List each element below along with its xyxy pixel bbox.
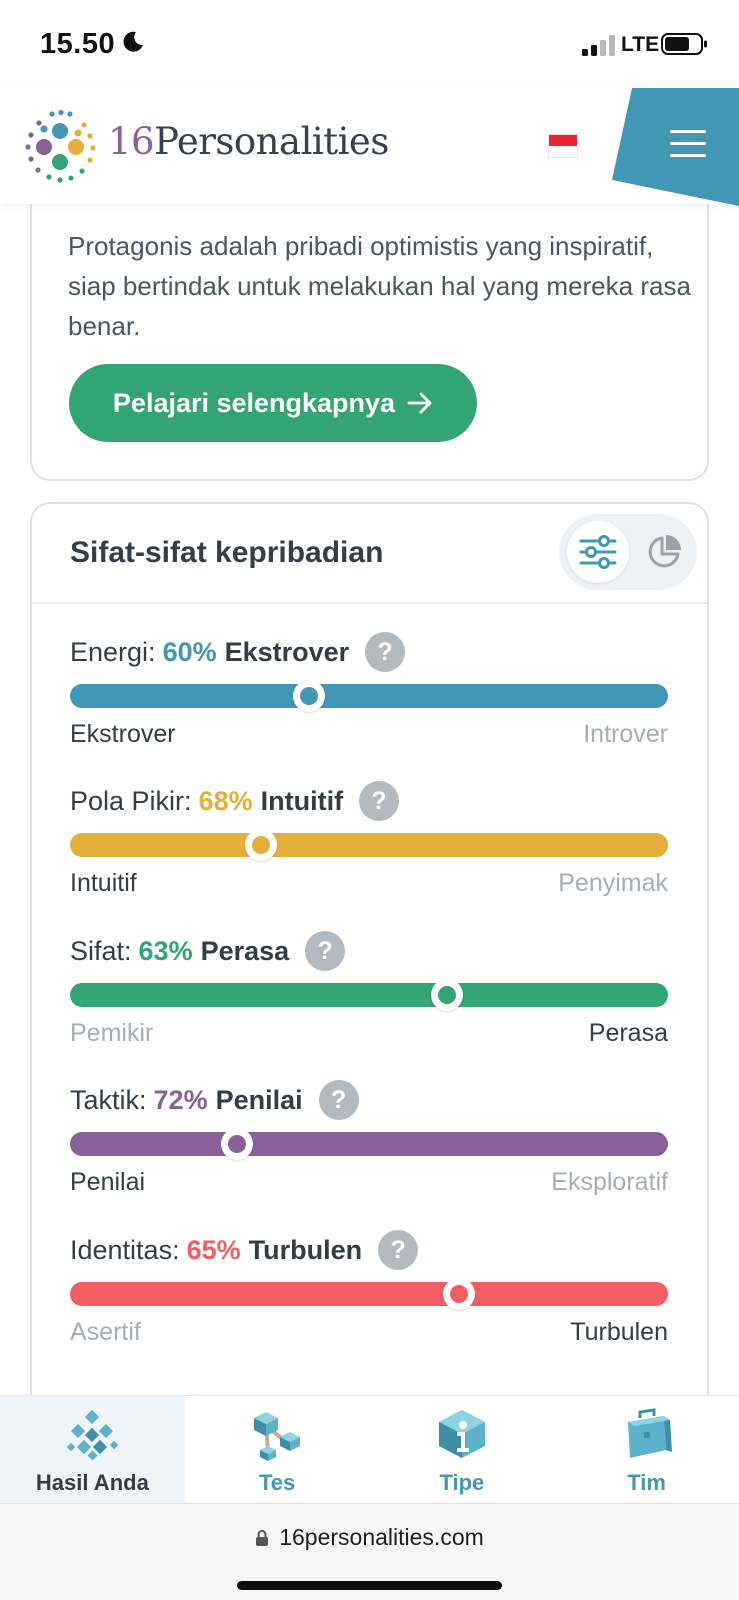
arrow-right-icon — [407, 392, 432, 414]
trait-label: Energi: — [70, 636, 156, 667]
logo-word: Personalities — [154, 120, 389, 163]
site-header: 16Personalities — [0, 88, 739, 206]
trait-slider-bar — [70, 1132, 668, 1156]
trait-slider-bar — [70, 983, 668, 1007]
bottom-navigation: Hasil Anda Tes Tipe Tim — [0, 1395, 739, 1504]
logo-dots-icon[interactable] — [22, 107, 100, 185]
nav-label-results: Hasil Anda — [35, 1470, 149, 1495]
traits-title: Sifat-sifat kepribadian — [70, 536, 384, 569]
trait-slider-knob — [293, 680, 326, 712]
sliders-icon — [579, 535, 617, 569]
logo-number: 16 — [108, 120, 155, 163]
trait-left-label: Ekstrover — [70, 720, 176, 748]
trait-heading: Pola Pikir: 68% Intuitif? — [70, 781, 400, 821]
trait-left-label: Pemikir — [70, 1019, 154, 1047]
status-bar: 15.50 LTE — [0, 0, 739, 88]
trait-row: Taktik: 72% Penilai? Penilai Eksploratif — [70, 1080, 670, 1196]
trait-percent: 60% — [162, 636, 217, 667]
trait-type: Ekstrover — [224, 636, 350, 667]
test-molecule-icon — [254, 1412, 301, 1461]
trait-slider-bar — [70, 1282, 668, 1306]
trait-slider-knob — [442, 1278, 475, 1310]
trait-type: Penilai — [215, 1084, 303, 1115]
trait-left-label: Penilai — [70, 1168, 146, 1196]
help-icon[interactable]: ? — [378, 1230, 419, 1270]
lock-icon — [256, 1529, 269, 1546]
status-time: 15.50 — [40, 28, 116, 60]
help-icon[interactable]: ? — [305, 931, 346, 971]
url-display[interactable]: 16personalities.com — [0, 1524, 739, 1551]
indonesia-flag-icon[interactable] — [548, 134, 578, 158]
battery-icon — [661, 33, 707, 55]
trait-row: Energi: 60% Ekstrover? Ekstrover Introver — [70, 632, 670, 748]
trait-left-label: Asertif — [70, 1318, 141, 1346]
browser-address-bar[interactable]: 16personalities.com — [0, 1503, 739, 1600]
trait-percent: 65% — [186, 1234, 241, 1265]
trait-type: Turbulen — [248, 1234, 363, 1265]
nav-item-results[interactable]: Hasil Anda — [0, 1396, 185, 1504]
nav-label-team: Tim — [627, 1470, 666, 1495]
trait-row: Pola Pikir: 68% Intuitif? Intuitif Penyimak — [70, 781, 670, 897]
trait-slider-bar — [70, 684, 668, 708]
moon-icon — [123, 31, 143, 52]
trait-percent: 72% — [153, 1084, 208, 1115]
nav-item-team[interactable]: Tim — [554, 1396, 739, 1504]
learn-more-label: Pelajari selengkapnya — [112, 387, 396, 418]
trait-percent: 68% — [198, 785, 253, 816]
trait-left-label: Intuitif — [70, 869, 137, 897]
team-briefcase-icon — [627, 1408, 672, 1458]
trait-label: Pola Pikir: — [70, 785, 192, 816]
trait-right-label: Penyimak — [558, 869, 668, 897]
learn-more-button[interactable]: Pelajari selengkapnya — [69, 364, 477, 442]
trait-right-label: Eksploratif — [551, 1168, 668, 1196]
nav-label-test: Tes — [258, 1470, 296, 1495]
results-cubes-icon — [67, 1409, 119, 1461]
trait-label: Taktik: — [70, 1084, 147, 1115]
types-info-icon — [438, 1410, 485, 1458]
trait-row: Identitas: 65% Turbulen? Asertif Turbulen — [70, 1230, 670, 1346]
trait-heading: Identitas: 65% Turbulen? — [70, 1230, 419, 1270]
sliders-view-button[interactable] — [567, 521, 629, 583]
pie-chart-icon — [648, 535, 681, 568]
pie-view-button[interactable] — [633, 521, 695, 583]
home-indicator[interactable] — [237, 1581, 502, 1590]
trait-row: Sifat: 63% Perasa? Pemikir Perasa — [70, 931, 670, 1047]
trait-heading: Energi: 60% Ekstrover? — [70, 632, 406, 672]
trait-type: Intuitif — [260, 785, 344, 816]
cellular-signal-icon — [582, 35, 615, 56]
trait-label: Sifat: — [70, 935, 132, 966]
trait-label: Identitas: — [70, 1234, 180, 1265]
help-icon[interactable]: ? — [318, 1080, 359, 1120]
network-type: LTE — [621, 33, 660, 56]
nav-label-types: Tipe — [439, 1470, 485, 1495]
type-description-text: Protagonis adalah pribadi optimistis yan… — [68, 231, 691, 341]
help-icon[interactable]: ? — [365, 632, 406, 672]
trait-percent: 63% — [138, 935, 193, 966]
trait-right-label: Perasa — [588, 1019, 668, 1047]
logo-wordmark[interactable]: 16Personalities — [108, 120, 389, 163]
trait-heading: Taktik: 72% Penilai? — [70, 1080, 359, 1120]
trait-type: Perasa — [200, 935, 290, 966]
trait-slider-knob — [430, 979, 463, 1011]
trait-right-label: Turbulen — [570, 1318, 668, 1346]
trait-heading: Sifat: 63% Perasa? — [70, 931, 346, 971]
nav-item-types[interactable]: Tipe — [370, 1396, 555, 1504]
url-text: 16personalities.com — [279, 1524, 484, 1550]
trait-slider-bar — [70, 833, 668, 857]
trait-right-label: Introver — [583, 720, 668, 748]
hamburger-menu-icon[interactable] — [670, 130, 706, 158]
nav-item-test[interactable]: Tes — [185, 1396, 370, 1504]
help-icon[interactable]: ? — [359, 781, 400, 821]
card-divider — [32, 602, 707, 604]
